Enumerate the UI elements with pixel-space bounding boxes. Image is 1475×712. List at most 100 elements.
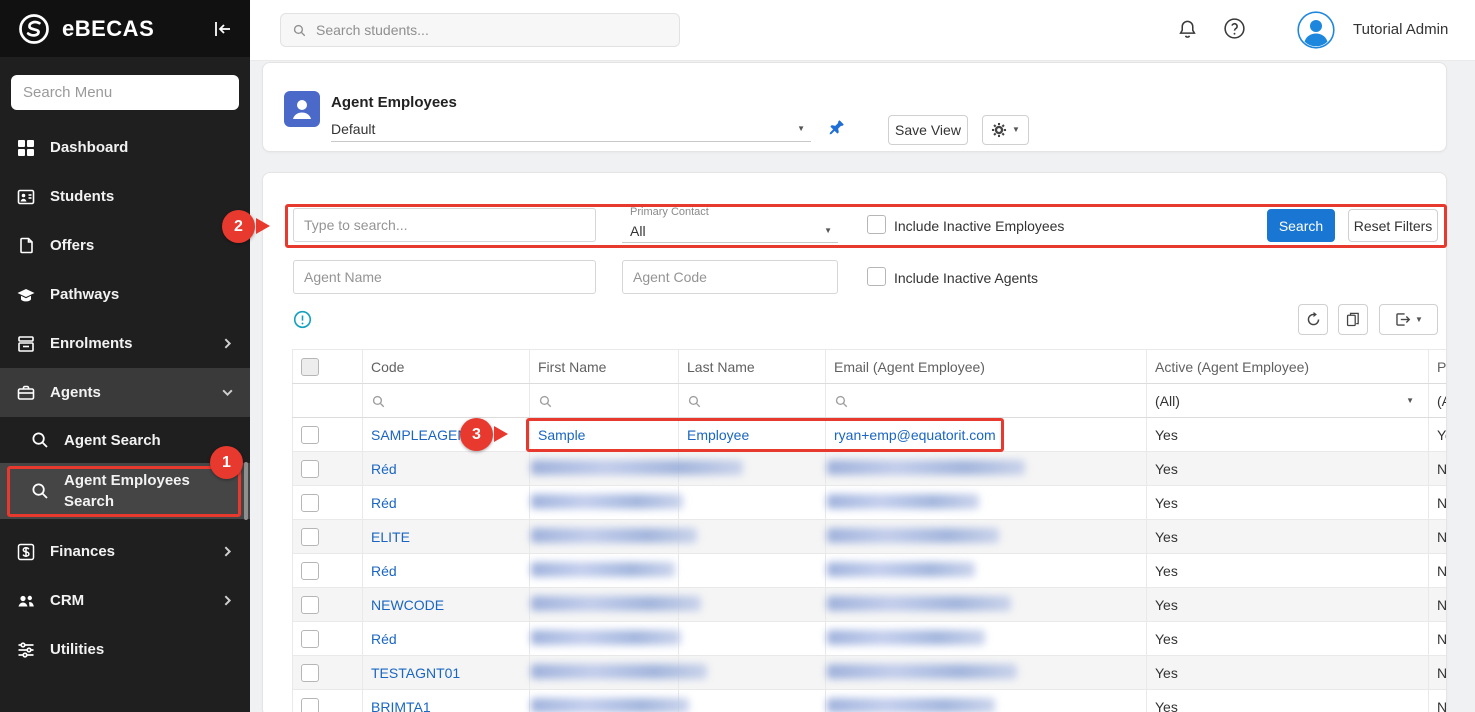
column-chooser-button[interactable] (1338, 304, 1368, 335)
primary-contact-select[interactable]: Primary Contact All ▼ (622, 205, 838, 243)
view-settings-button[interactable]: ▼ (982, 115, 1029, 145)
filter-cell[interactable] (530, 384, 679, 418)
agent-code-input[interactable] (622, 260, 838, 294)
sidebar-item-agents[interactable]: Agents (0, 368, 250, 417)
active-filter-select[interactable]: (All)▼ (1147, 384, 1429, 418)
sidebar-item-utilities[interactable]: Utilities (0, 625, 250, 674)
sidebar-item-agent-employees-search[interactable]: Agent Employees Search (0, 463, 250, 519)
table-row[interactable]: RédYesN (293, 486, 1447, 520)
code-link[interactable]: Réd (371, 495, 397, 511)
primary-cell: N (1429, 452, 1447, 486)
row-checkbox[interactable] (301, 528, 319, 546)
menu-search (0, 57, 250, 123)
row-select-cell[interactable] (293, 554, 363, 588)
sidebar-item-enrolments[interactable]: Enrolments (0, 319, 250, 368)
search-button[interactable]: Search (1267, 209, 1335, 242)
filter-cell[interactable] (363, 384, 530, 418)
table-row[interactable]: SAMPLEAGENT Sample Employee ryan+emp@equato… (293, 418, 1447, 452)
row-checkbox[interactable] (301, 426, 319, 444)
row-checkbox[interactable] (301, 698, 319, 712)
row-select-cell[interactable] (293, 520, 363, 554)
row-select-cell[interactable] (293, 690, 363, 712)
row-checkbox[interactable] (301, 494, 319, 512)
row-select-cell[interactable] (293, 452, 363, 486)
reset-filters-button[interactable]: Reset Filters (1348, 209, 1438, 242)
include-inactive-agents-checkbox[interactable] (867, 267, 886, 286)
grid: CodeFirst NameLast NameEmail (Agent Empl… (292, 349, 1446, 712)
help-icon[interactable] (1222, 16, 1247, 41)
agent-name-input[interactable] (293, 260, 596, 294)
filter-cell[interactable] (826, 384, 1147, 418)
caret-down-icon: ▼ (824, 227, 832, 235)
row-checkbox[interactable] (301, 596, 319, 614)
sidebar-scrollbar-thumb[interactable] (244, 462, 248, 520)
code-link[interactable]: ELITE (371, 529, 410, 545)
column-header[interactable]: Last Name (679, 350, 826, 384)
offers-icon (16, 236, 36, 256)
primary-contact-label: Primary Contact (630, 206, 709, 218)
sidebar-item-finances[interactable]: Finances (0, 527, 250, 576)
row-select-cell[interactable] (293, 656, 363, 690)
sidebar-item-pathways[interactable]: Pathways (0, 270, 250, 319)
row-select-cell[interactable] (293, 622, 363, 656)
row-checkbox[interactable] (301, 460, 319, 478)
column-header[interactable]: Code (363, 350, 530, 384)
crm-icon (16, 591, 36, 611)
code-link[interactable]: Réd (371, 563, 397, 579)
view-select-value: Default (331, 121, 375, 137)
select-all-checkbox[interactable] (301, 358, 319, 376)
row-checkbox[interactable] (301, 664, 319, 682)
grid-table: CodeFirst NameLast NameEmail (Agent Empl… (292, 349, 1446, 712)
sidebar-item-dashboard[interactable]: Dashboard (0, 123, 250, 172)
include-inactive-employees-checkbox[interactable] (867, 215, 886, 234)
code-link[interactable]: BRIMTA1 (371, 699, 431, 712)
user-avatar[interactable] (1297, 11, 1335, 49)
code-link[interactable]: Réd (371, 631, 397, 647)
table-row[interactable]: ELITEYesN (293, 520, 1447, 554)
sidebar-item-crm[interactable]: CRM (0, 576, 250, 625)
row-checkbox[interactable] (301, 562, 319, 580)
column-header[interactable]: Active (Agent Employee) (1147, 350, 1429, 384)
notifications-bell-icon[interactable] (1176, 17, 1199, 42)
filter-cell[interactable] (679, 384, 826, 418)
chevron-right-icon (221, 337, 234, 350)
code-link[interactable]: SAMPLEAGENT (371, 427, 476, 443)
table-row[interactable]: NEWCODEYesN (293, 588, 1447, 622)
column-header[interactable]: Email (Agent Employee) (826, 350, 1147, 384)
email-link[interactable]: ryan+emp@equatorit.com (834, 427, 996, 443)
select-all-cell[interactable] (293, 350, 363, 384)
row-select-cell[interactable] (293, 418, 363, 452)
export-button[interactable]: ▼ (1379, 304, 1438, 335)
sidebar-item-label: Students (50, 186, 234, 207)
sidebar-item-students[interactable]: Students (0, 172, 250, 221)
save-view-button[interactable]: Save View (888, 115, 968, 145)
column-header[interactable]: First Name (530, 350, 679, 384)
table-row[interactable]: RédYesN (293, 622, 1447, 656)
last-name-link[interactable]: Employee (687, 427, 749, 443)
pin-icon[interactable] (826, 118, 846, 138)
code-link[interactable]: NEWCODE (371, 597, 444, 613)
row-select-cell[interactable] (293, 588, 363, 622)
code-link[interactable]: Réd (371, 461, 397, 477)
table-row[interactable]: BRIMTA1YesN (293, 690, 1447, 712)
menu-search-input[interactable] (11, 75, 239, 110)
table-row[interactable]: RédYesN (293, 554, 1447, 588)
info-icon[interactable] (293, 310, 312, 329)
first-name-link[interactable]: Sample (538, 427, 585, 443)
table-row[interactable]: TESTAGNT01YesN (293, 656, 1447, 690)
sidebar-item-agent-search[interactable]: Agent Search (0, 417, 250, 463)
code-link[interactable]: TESTAGNT01 (371, 665, 460, 681)
sidebar-item-label: Enrolments (50, 333, 207, 354)
student-search-input[interactable] (316, 22, 668, 38)
primary-filter-select[interactable]: (A (1429, 384, 1447, 418)
table-row[interactable]: RédYesN (293, 452, 1447, 486)
user-name[interactable]: Tutorial Admin (1353, 21, 1448, 38)
grid-search-input[interactable] (293, 208, 596, 242)
row-select-cell[interactable] (293, 486, 363, 520)
row-checkbox[interactable] (301, 630, 319, 648)
sidebar-item-offers[interactable]: Offers (0, 221, 250, 270)
refresh-button[interactable] (1298, 304, 1328, 335)
column-header[interactable]: P (1429, 350, 1447, 384)
collapse-sidebar-icon[interactable] (212, 18, 234, 40)
view-select[interactable]: Default ▼ (331, 116, 811, 142)
